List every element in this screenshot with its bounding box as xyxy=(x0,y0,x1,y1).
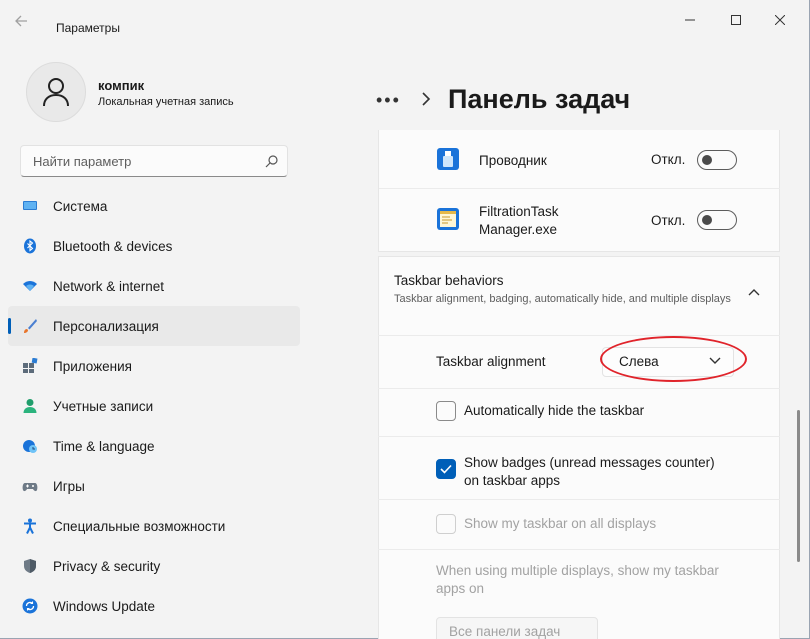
search-icon xyxy=(265,155,278,168)
sidebar-item-label: Система xyxy=(53,198,108,214)
auto-hide-label: Automatically hide the taskbar xyxy=(464,403,645,418)
scrollbar-thumb[interactable] xyxy=(797,410,800,562)
tray-app-toggle[interactable] xyxy=(697,210,737,230)
auto-hide-checkbox[interactable] xyxy=(436,401,456,421)
sidebar-item-label: Time & language xyxy=(53,438,155,454)
page-title: Панель задач xyxy=(448,84,631,114)
taskbar-alignment-label: Taskbar alignment xyxy=(436,354,546,369)
tray-app-label-line2: Manager.exe xyxy=(479,222,558,237)
toggle-state-label: Откл. xyxy=(651,152,686,167)
tray-app-toggle[interactable] xyxy=(697,150,737,170)
dropdown-value: Все панели задач xyxy=(449,624,561,639)
sidebar-item-system[interactable]: Система xyxy=(8,186,300,226)
show-badges-label: Show badges (unread messages counter) on… xyxy=(464,454,715,490)
close-button[interactable] xyxy=(758,8,802,32)
shield-icon xyxy=(24,559,36,573)
divider xyxy=(378,335,780,336)
user-name: компик xyxy=(98,78,145,93)
divider xyxy=(379,188,780,189)
show-badges-checkbox[interactable] xyxy=(436,459,456,479)
divider xyxy=(378,436,780,437)
sidebar-item-apps[interactable]: Приложения xyxy=(8,346,300,386)
show-badges-label-line1: Show badges (unread messages counter) xyxy=(464,455,715,470)
minimize-button[interactable] xyxy=(668,8,712,32)
bluetooth-icon xyxy=(24,238,36,254)
section-title: Taskbar behaviors xyxy=(394,273,504,288)
maximize-button[interactable] xyxy=(714,8,758,32)
sidebar-item-label: Bluetooth & devices xyxy=(53,238,173,254)
sidebar-item-label: Учетные записи xyxy=(53,398,154,414)
show-badges-label-line2: on taskbar apps xyxy=(464,473,561,488)
toggle-state-label: Откл. xyxy=(651,213,686,228)
settings-content: Проводник Откл. FiltrationTask Manager.e… xyxy=(378,130,780,639)
multiple-displays-label-line2: apps on xyxy=(436,581,485,596)
apps-icon xyxy=(23,358,38,373)
section-description: Taskbar alignment, badging, automaticall… xyxy=(394,293,731,305)
sidebar-item-accessibility[interactable]: Специальные возможности xyxy=(8,506,300,546)
brush-icon xyxy=(24,319,37,333)
sidebar-item-network[interactable]: Network & internet xyxy=(8,266,300,306)
chevron-right-icon xyxy=(422,92,431,106)
multiple-displays-dropdown[interactable]: Все панели задач xyxy=(436,617,598,639)
monitor-icon xyxy=(23,201,37,210)
sidebar-item-label: Игры xyxy=(53,478,85,494)
sidebar-item-label: Network & internet xyxy=(53,278,165,294)
back-button[interactable] xyxy=(14,14,42,42)
update-icon xyxy=(22,598,38,614)
avatar xyxy=(26,62,86,122)
sidebar-item-accounts[interactable]: Учетные записи xyxy=(8,386,300,426)
search-placeholder: Найти параметр xyxy=(33,153,132,169)
sidebar-item-windows-update[interactable]: Windows Update xyxy=(8,586,300,626)
gamepad-icon xyxy=(22,483,38,492)
multiple-displays-label-line1: When using multiple displays, show my ta… xyxy=(436,563,719,578)
maximize-icon xyxy=(731,15,741,25)
wifi-icon xyxy=(23,281,37,291)
search-input[interactable]: Найти параметр xyxy=(20,145,288,177)
person-icon xyxy=(23,399,37,413)
task-manager-icon xyxy=(437,208,459,230)
multiple-displays-label: When using multiple displays, show my ta… xyxy=(436,562,756,598)
chevron-up-icon xyxy=(748,289,760,296)
checkmark-icon xyxy=(440,464,452,474)
divider xyxy=(378,388,780,389)
sidebar-item-label: Приложения xyxy=(53,358,132,374)
tray-apps-card: Проводник Откл. FiltrationTask Manager.e… xyxy=(378,130,780,252)
sidebar-item-time-language[interactable]: Time & language xyxy=(8,426,300,466)
app-title: Параметры xyxy=(56,21,120,35)
title-bar: Параметры xyxy=(0,0,810,44)
settings-window: Параметры компик Локальная учетная запис… xyxy=(0,0,810,639)
annotation-ellipse xyxy=(600,336,747,382)
sidebar-item-bluetooth[interactable]: Bluetooth & devices xyxy=(8,226,300,266)
tray-app-label-line1: FiltrationTask xyxy=(479,204,559,219)
sidebar-item-gaming[interactable]: Игры xyxy=(8,466,300,506)
all-displays-checkbox[interactable] xyxy=(436,514,456,534)
sidebar-item-personalization[interactable]: Персонализация xyxy=(8,306,300,346)
usb-drive-icon xyxy=(437,148,459,170)
arrow-left-icon xyxy=(15,15,27,27)
all-displays-label: Show my taskbar on all displays xyxy=(464,516,657,531)
sidebar-item-label: Персонализация xyxy=(53,318,159,334)
tray-app-label: FiltrationTask Manager.exe xyxy=(479,203,559,239)
sidebar-item-label: Специальные возможности xyxy=(53,518,226,534)
account-type: Локальная учетная запись xyxy=(98,96,234,108)
close-icon xyxy=(775,15,785,25)
divider xyxy=(378,549,780,550)
person-icon xyxy=(43,78,69,107)
accessibility-icon xyxy=(24,518,36,534)
divider xyxy=(378,499,780,500)
globe-clock-icon xyxy=(23,440,37,453)
sidebar-item-label: Privacy & security xyxy=(53,558,161,574)
sidebar-item-label: Windows Update xyxy=(53,598,156,614)
sidebar-item-privacy[interactable]: Privacy & security xyxy=(8,546,300,586)
minimize-icon xyxy=(685,19,695,21)
breadcrumb-more-button[interactable]: ••• xyxy=(376,90,401,111)
sidebar-nav: Система Bluetooth & devices Network & in… xyxy=(8,186,300,626)
tray-app-label: Проводник xyxy=(479,153,547,168)
